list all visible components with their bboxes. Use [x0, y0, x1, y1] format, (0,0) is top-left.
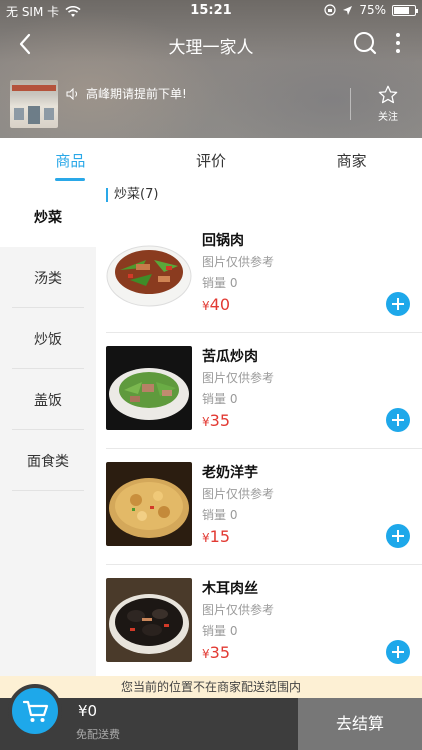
add-to-cart-button[interactable]: [386, 640, 410, 664]
dish-sales: 销量 0: [202, 392, 238, 406]
cart-total: ¥0: [78, 702, 98, 720]
shop-info-bar: 高峰期请提前下单! 关注: [0, 74, 422, 134]
dish-note: 图片仅供参考: [202, 371, 275, 385]
section-title: 炒菜(7): [106, 188, 158, 202]
category-sidebar: 炒菜 汤类 炒饭 盖饭 面食类: [0, 186, 96, 676]
dish-photo[interactable]: [106, 578, 192, 662]
dish-name: 老奶洋芋: [202, 465, 258, 481]
list-item[interactable]: 木耳肉丝 图片仅供参考 销量 0 ¥35: [96, 564, 422, 676]
dish-price: ¥40: [202, 295, 230, 314]
divider: [106, 332, 422, 333]
dish-price: ¥35: [202, 643, 230, 662]
dish-photo[interactable]: [106, 346, 192, 430]
shopping-cart-icon: [23, 700, 49, 722]
more-vertical-icon[interactable]: [388, 30, 408, 56]
notice-text: 高峰期请提前下单!: [86, 87, 187, 101]
battery-percent: 75%: [359, 3, 386, 17]
category-fried-rice[interactable]: 炒饭: [0, 308, 96, 369]
cart-button[interactable]: [8, 684, 62, 738]
shop-thumbnail[interactable]: [10, 80, 58, 128]
tab-merchant[interactable]: 商家: [281, 138, 422, 186]
dish-note: 图片仅供参考: [202, 255, 275, 269]
dish-note: 图片仅供参考: [202, 603, 275, 617]
tab-reviews[interactable]: 评价: [141, 138, 282, 186]
star-icon: [378, 85, 398, 104]
list-item[interactable]: 苦瓜炒肉 图片仅供参考 销量 0 ¥35: [96, 332, 422, 448]
add-to-cart-button[interactable]: [386, 292, 410, 316]
checkout-button[interactable]: 去结算: [298, 698, 422, 750]
dish-price: ¥15: [202, 527, 230, 546]
dish-note: 图片仅供参考: [202, 487, 275, 501]
dish-sales: 销量 0: [202, 508, 238, 522]
dish-photo[interactable]: [106, 230, 192, 314]
shop-header: 无 SIM 卡 15:21 75% 大理一家人 高峰期请提前下单! 关注: [0, 0, 422, 138]
dish-name: 木耳肉丝: [202, 581, 258, 597]
location-icon: [343, 5, 353, 15]
tab-bar: 商品 评价 商家: [0, 138, 422, 186]
delivery-warning: 您当前的位置不在商家配送范围内: [0, 676, 422, 698]
shop-notice: 高峰期请提前下单!: [66, 85, 187, 102]
battery-icon: [392, 4, 418, 16]
speaker-icon: [66, 87, 78, 100]
category-soup[interactable]: 汤类: [0, 247, 96, 308]
dish-price: ¥35: [202, 411, 230, 430]
follow-button[interactable]: 关注: [372, 84, 404, 123]
category-stir-fry[interactable]: 炒菜: [0, 186, 96, 247]
dish-sales: 销量 0: [202, 624, 238, 638]
battery-level: [394, 6, 409, 14]
category-rice-bowl[interactable]: 盖饭: [0, 369, 96, 430]
rotation-lock-icon: [324, 4, 336, 16]
divider: [106, 448, 422, 449]
tab-products[interactable]: 商品: [0, 138, 141, 186]
add-to-cart-button[interactable]: [386, 524, 410, 548]
follow-label: 关注: [378, 112, 398, 123]
divider: [350, 88, 351, 120]
dish-name: 回锅肉: [202, 233, 244, 249]
status-bar: 无 SIM 卡 15:21 75%: [0, 0, 422, 22]
delivery-fee: 免配送费: [76, 728, 120, 741]
product-list: 炒菜(7) 回锅肉 图片仅供参考 销量 0 ¥40 苦瓜炒肉 图片仅供参考 销量…: [96, 186, 422, 676]
dish-sales: 销量 0: [202, 276, 238, 290]
search-icon[interactable]: [352, 30, 378, 56]
list-item[interactable]: 老奶洋芋 图片仅供参考 销量 0 ¥15: [96, 448, 422, 564]
category-noodles[interactable]: 面食类: [0, 430, 96, 491]
dish-photo[interactable]: [106, 462, 192, 546]
divider: [106, 564, 422, 565]
list-item[interactable]: 回锅肉 图片仅供参考 销量 0 ¥40: [96, 216, 422, 332]
dish-name: 苦瓜炒肉: [202, 349, 258, 365]
cart-bar: ¥0 免配送费 去结算: [0, 684, 422, 750]
add-to-cart-button[interactable]: [386, 408, 410, 432]
nav-bar: 大理一家人: [0, 24, 422, 64]
